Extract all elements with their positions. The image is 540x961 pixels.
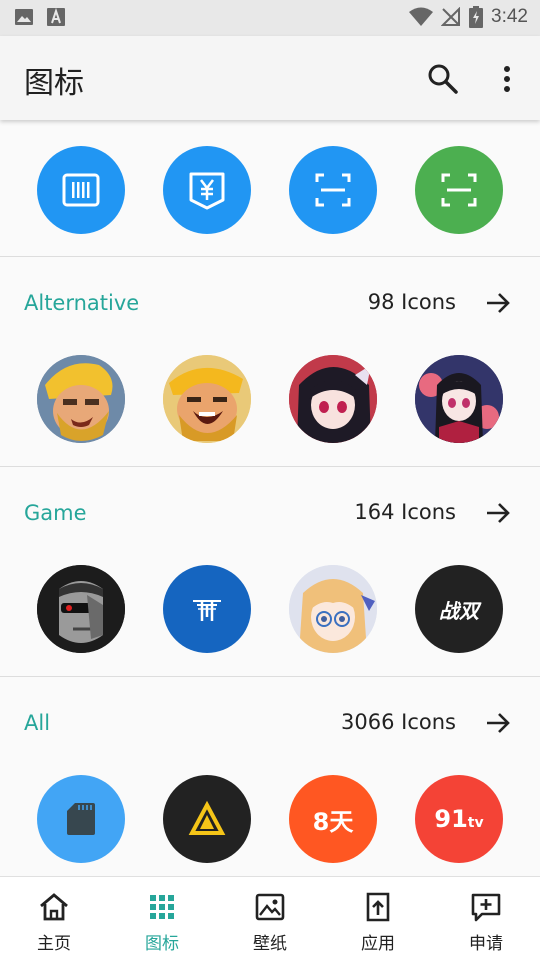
anime-girl-icon — [415, 355, 503, 443]
terminator-icon[interactable] — [37, 565, 125, 653]
91tv-logo-suffix: tv — [467, 815, 484, 831]
nav-item-apply[interactable]: 应用 — [324, 877, 432, 961]
apply-icon — [366, 892, 390, 922]
icon-categories-list[interactable]: Alternative 98 Icons Game 164 Icons 战双 A… — [0, 120, 540, 876]
triangle-a-icon — [188, 800, 226, 835]
app-notification-icon — [47, 7, 65, 26]
clash-of-clans-barbarian-icon[interactable] — [37, 355, 125, 443]
arrow-right-icon[interactable] — [484, 499, 512, 527]
status-time: 3:42 — [491, 6, 528, 27]
category-section-alternative: Alternative 98 Icons — [0, 257, 540, 467]
emblem-icon — [193, 600, 221, 621]
bottom-navigation: 主页 图标 壁纸 应用 申请 — [0, 876, 540, 961]
91tv-app-icon[interactable]: 91 tv — [415, 775, 503, 863]
icon-row: 8天 91 tv — [0, 775, 540, 863]
category-section-all: All 3066 Icons 8天 91 tv — [0, 677, 540, 876]
eight-days-logo-text: 8天 — [312, 807, 354, 836]
scanner-green-app-icon[interactable] — [415, 146, 503, 234]
image-icon — [255, 893, 285, 921]
nav-item-wallpapers[interactable]: 壁纸 — [216, 877, 324, 961]
eight-days-app-icon[interactable]: 8天 — [289, 775, 377, 863]
anime-girl-red-icon[interactable] — [289, 355, 377, 443]
barbarian-shout-icon — [163, 355, 251, 443]
status-bar: 3:42 — [0, 0, 540, 36]
arrow-right-icon[interactable] — [484, 289, 512, 317]
anime-girl-glasses-icon[interactable] — [289, 565, 377, 653]
request-icon — [471, 893, 501, 922]
sd-card-icon — [67, 803, 95, 835]
no-signal-icon — [441, 7, 461, 26]
91tv-logo-number: 91 — [434, 805, 468, 833]
scanner-app-icon[interactable] — [289, 146, 377, 234]
nav-label: 申请 — [469, 934, 503, 954]
anime-girl-kimono-icon[interactable] — [415, 355, 503, 443]
scan-icon — [441, 173, 477, 207]
wifi-icon — [409, 7, 434, 26]
nav-label: 图标 — [145, 934, 179, 954]
gallery-notification-icon — [15, 9, 33, 25]
section-header[interactable]: Game 164 Icons — [0, 467, 540, 551]
section-title: Alternative — [24, 291, 140, 315]
nav-item-home[interactable]: 主页 — [0, 877, 108, 961]
icon-row — [0, 146, 540, 234]
nav-label: 应用 — [361, 934, 395, 954]
app-bar: 图标 — [0, 36, 540, 120]
search-icon[interactable] — [426, 62, 460, 96]
nav-label: 壁纸 — [253, 934, 287, 954]
battery-charging-icon — [469, 6, 484, 28]
anime-girl-icon — [289, 355, 377, 443]
category-section-game: Game 164 Icons 战双 — [0, 467, 540, 677]
barcode-icon — [62, 173, 100, 207]
clash-of-clans-shouting-icon[interactable] — [163, 355, 251, 443]
barbarian-face-icon — [37, 355, 125, 443]
yuan-icon — [189, 172, 225, 210]
barcode-app-icon[interactable] — [37, 146, 125, 234]
page-title: 图标 — [24, 66, 84, 101]
zhanshuang-game-icon[interactable]: 战双 — [415, 565, 503, 653]
section-title: Game — [24, 501, 87, 525]
anime-girl-icon — [289, 565, 377, 653]
category-section-partial — [0, 120, 540, 257]
game-emblem-blue-icon[interactable] — [163, 565, 251, 653]
more-options-icon[interactable] — [494, 62, 520, 96]
section-header[interactable]: Alternative 98 Icons — [0, 257, 540, 341]
section-title: All — [24, 711, 51, 735]
nav-item-icons[interactable]: 图标 — [108, 877, 216, 961]
triangle-logo-app-icon[interactable] — [163, 775, 251, 863]
91tv-logo: 91 tv — [434, 805, 483, 833]
sd-card-app-icon[interactable] — [37, 775, 125, 863]
section-count: 164 Icons — [354, 500, 456, 524]
home-icon — [40, 893, 68, 921]
grid-icon — [150, 895, 174, 919]
section-header[interactable]: All 3066 Icons — [0, 677, 540, 761]
icon-row: 战双 — [0, 565, 540, 653]
icon-row — [0, 355, 540, 443]
section-count: 98 Icons — [367, 290, 456, 314]
section-count: 3066 Icons — [341, 710, 456, 734]
arrow-right-icon[interactable] — [484, 709, 512, 737]
terminator-face-icon — [37, 565, 125, 653]
zhanshuang-logo-text: 战双 — [439, 598, 479, 623]
yuan-wallet-app-icon[interactable] — [163, 146, 251, 234]
nav-label: 主页 — [37, 934, 71, 954]
scan-icon — [315, 173, 351, 207]
nav-item-request[interactable]: 申请 — [432, 877, 540, 961]
